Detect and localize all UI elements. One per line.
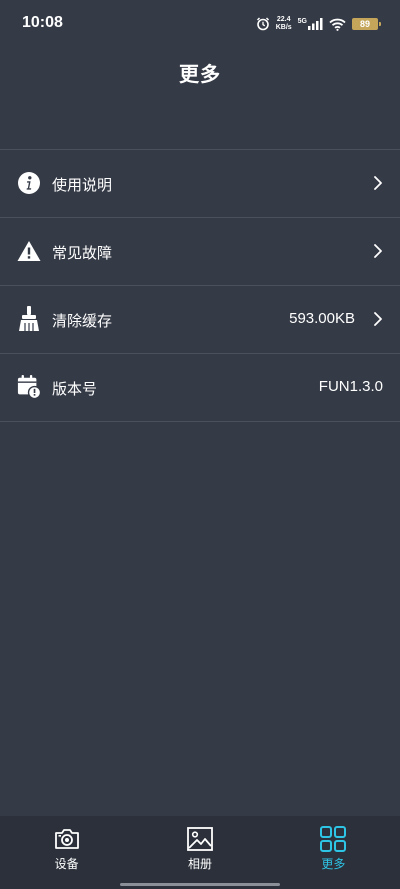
menu-item-version: 版本号 FUN1.3.0 xyxy=(0,354,400,422)
chevron-right-icon xyxy=(374,176,382,190)
status-icons: 22.4 KB/s 5G 89 xyxy=(256,14,381,34)
settings-menu: 使用说明 常见故障 清除缓存 593.00KB 版本号 FUN1.3.0 xyxy=(0,149,400,422)
tab-label: 设备 xyxy=(54,857,79,871)
grid-icon xyxy=(320,826,347,852)
battery-indicator: 89 xyxy=(352,18,381,30)
menu-item-label: 使用说明 xyxy=(52,176,113,194)
tab-device[interactable]: 设备 xyxy=(0,816,133,889)
network-speed-unit: KB/s xyxy=(275,24,292,31)
calendar-alert-icon xyxy=(17,375,41,400)
tab-more[interactable]: 更多 xyxy=(267,816,400,889)
menu-item-common-faults[interactable]: 常见故障 xyxy=(0,218,400,286)
broom-icon xyxy=(17,306,41,331)
more-screen: 10:08 22.4 KB/s 5G 89 更多 使用说明 常见故障 清除缓存 … xyxy=(0,0,400,889)
status-time: 10:08 xyxy=(22,14,63,31)
camera-icon xyxy=(54,829,79,849)
menu-item-instructions[interactable]: 使用说明 xyxy=(0,150,400,218)
menu-item-label: 版本号 xyxy=(52,380,98,398)
chevron-right-icon xyxy=(374,312,382,326)
signal-bars-icon xyxy=(308,18,323,30)
home-indicator[interactable] xyxy=(120,883,280,886)
bottom-tab-bar: 设备 相册 更多 xyxy=(0,816,400,889)
chevron-right-icon xyxy=(374,244,382,258)
version-value: FUN1.3.0 xyxy=(318,378,383,395)
page-title: 更多 xyxy=(179,62,221,86)
cellular-signal: 5G xyxy=(298,18,323,30)
menu-item-label: 清除缓存 xyxy=(52,312,113,330)
wifi-icon xyxy=(329,18,346,31)
menu-item-clear-cache[interactable]: 清除缓存 593.00KB xyxy=(0,286,400,354)
network-speed: 22.4 KB/s xyxy=(276,16,292,32)
status-bar: 10:08 22.4 KB/s 5G 89 xyxy=(0,0,400,48)
info-icon xyxy=(17,171,41,195)
network-speed-value: 22.4 xyxy=(276,16,291,23)
signal-label: 5G xyxy=(297,18,307,25)
tab-album[interactable]: 相册 xyxy=(133,816,266,889)
image-icon xyxy=(187,827,213,851)
alarm-clock-icon xyxy=(256,17,269,31)
cache-size-value: 593.00KB xyxy=(289,310,355,327)
tab-label: 更多 xyxy=(321,857,346,871)
warning-icon xyxy=(17,239,41,263)
tab-label: 相册 xyxy=(187,857,212,871)
menu-item-label: 常见故障 xyxy=(52,244,113,262)
